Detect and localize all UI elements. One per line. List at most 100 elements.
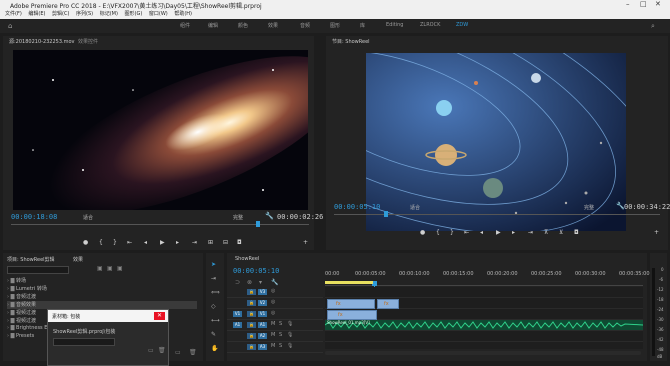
- workspace-audio[interactable]: 音频: [300, 22, 310, 29]
- workspace-effects[interactable]: 效果: [268, 22, 278, 29]
- program-quality-select[interactable]: 完整: [584, 204, 594, 211]
- slip-tool-icon[interactable]: ⟷: [211, 317, 220, 324]
- audio-clip[interactable]: ShowReel_01.mp3[V]: [325, 320, 643, 330]
- work-area-bar[interactable]: [325, 281, 373, 284]
- camera-icon[interactable]: ◘: [237, 239, 242, 246]
- workspace-color[interactable]: 颜色: [238, 22, 248, 29]
- workspace-graphics[interactable]: 图形: [330, 22, 340, 29]
- effects-tab[interactable]: 效果: [73, 256, 83, 263]
- program-scrubber[interactable]: [334, 214, 660, 215]
- maximize-icon[interactable]: □: [640, 0, 647, 8]
- list-item[interactable]: › ▇ 音频过渡: [7, 293, 197, 301]
- track-header-v1[interactable]: V1 🔒 V1 ◎: [227, 309, 323, 320]
- mark-out-icon[interactable]: }: [113, 239, 117, 246]
- source-tab[interactable]: 源:20180210-232253.mov: [9, 38, 75, 45]
- program-playhead[interactable]: [384, 211, 388, 217]
- video-clip[interactable]: fx: [327, 310, 377, 320]
- step-forward-icon[interactable]: ▸: [176, 239, 179, 246]
- hand-tool-icon[interactable]: ✋: [211, 345, 218, 352]
- bin-search-input[interactable]: [53, 338, 115, 346]
- timeline-tab[interactable]: ShowReel: [235, 256, 259, 262]
- list-item[interactable]: › ▇ 转场: [7, 277, 197, 285]
- source-timecode[interactable]: 00:00:18:08: [11, 213, 57, 221]
- track-select-tool-icon[interactable]: ⇥: [211, 275, 216, 282]
- workspace-editing-en[interactable]: Editing: [386, 22, 403, 28]
- mark-in-icon[interactable]: {: [99, 239, 103, 246]
- program-go-to-in-icon[interactable]: ⇤: [464, 229, 469, 236]
- accelerated-icon[interactable]: ▣: [97, 265, 103, 272]
- menu-edit[interactable]: 编辑(E): [28, 10, 45, 19]
- wrench-icon[interactable]: 🔧: [265, 212, 274, 220]
- program-fit-select[interactable]: 适合: [410, 204, 420, 211]
- list-item[interactable]: › ▇ Lumetri 转场: [7, 285, 197, 293]
- menu-marker[interactable]: 标记(M): [100, 10, 118, 19]
- source-quality-select[interactable]: 完整: [233, 214, 243, 221]
- menu-graphics[interactable]: 图形(G): [125, 10, 143, 19]
- pen-tool-icon[interactable]: ✎: [211, 331, 216, 338]
- track-header-v3[interactable]: 🔒 V3 ◎: [227, 287, 323, 298]
- go-to-in-icon[interactable]: ⇤: [127, 239, 132, 246]
- workspace-libraries[interactable]: 库: [360, 22, 365, 29]
- source-fit-select[interactable]: 适合: [83, 214, 93, 221]
- timeline-settings-icon[interactable]: 🔧: [271, 279, 278, 286]
- program-tab[interactable]: 节目: ShowReel: [332, 38, 370, 45]
- track-header-a2[interactable]: 🔒 A2 M S 🎙: [227, 331, 323, 342]
- effects-search-input[interactable]: [7, 266, 69, 274]
- bin-trash-icon[interactable]: 🗑: [158, 347, 166, 354]
- timeline-scrollbar[interactable]: [325, 351, 641, 355]
- workspace-assembly[interactable]: 组件: [180, 22, 190, 29]
- home-icon[interactable]: ⌂: [8, 22, 12, 30]
- snap-icon[interactable]: ⊃: [235, 279, 240, 286]
- menu-clip[interactable]: 剪辑(C): [52, 10, 69, 19]
- program-timecode[interactable]: 00:00:05:10: [334, 203, 380, 211]
- source-scrubber[interactable]: [11, 224, 309, 225]
- project-tab[interactable]: 项目: ShowReel剪辑: [7, 256, 55, 263]
- menu-sequence[interactable]: 序列(S): [76, 10, 93, 19]
- track-area[interactable]: fx fx fx ShowReel_01.mp3[V]: [325, 287, 643, 349]
- workspace-zdw[interactable]: ZDW: [456, 22, 468, 28]
- program-step-back-icon[interactable]: ◂: [480, 229, 483, 236]
- program-step-forward-icon[interactable]: ▸: [512, 229, 515, 236]
- program-marker-icon[interactable]: ●: [420, 229, 425, 236]
- menu-file[interactable]: 文件(F): [5, 10, 22, 19]
- track-header-a3[interactable]: 🔒 A3 M S 🎙: [227, 342, 323, 353]
- trash-icon[interactable]: 🗑: [189, 349, 197, 356]
- bin-folder-icon[interactable]: ▭: [148, 347, 154, 354]
- insert-icon[interactable]: ⊞: [208, 239, 213, 246]
- yuv-icon[interactable]: ▣: [117, 265, 123, 272]
- menu-window[interactable]: 窗口(W): [149, 10, 168, 19]
- program-play-icon[interactable]: ▶: [496, 229, 501, 236]
- video-clip[interactable]: fx: [377, 299, 399, 309]
- new-bin-icon[interactable]: ▭: [175, 349, 181, 356]
- bin-dialog-close-button[interactable]: ✕: [154, 312, 165, 320]
- extract-icon[interactable]: ⊻: [559, 229, 563, 236]
- track-header-v2[interactable]: 🔒 V2 ◎: [227, 298, 323, 309]
- 32bit-icon[interactable]: ▣: [107, 265, 113, 272]
- overwrite-icon[interactable]: ⊟: [223, 239, 228, 246]
- program-camera-icon[interactable]: ◘: [574, 229, 579, 236]
- list-item[interactable]: › ▇ 音频效果: [7, 301, 197, 309]
- add-marker-icon[interactable]: ▾: [259, 279, 262, 286]
- timeline-timecode[interactable]: 00:00:05:10: [233, 267, 279, 275]
- close-icon[interactable]: ✕: [655, 0, 661, 8]
- source-playhead[interactable]: [256, 221, 260, 227]
- search-icon[interactable]: ⌕: [651, 22, 655, 31]
- workspace-zlrock[interactable]: ZLROCK: [420, 22, 440, 28]
- effect-controls-tab[interactable]: 效果控件: [78, 38, 98, 45]
- program-add-button-icon[interactable]: +: [654, 229, 659, 236]
- video-clip[interactable]: fx: [327, 299, 375, 309]
- marker-icon[interactable]: ●: [83, 239, 88, 246]
- add-button-icon[interactable]: +: [303, 239, 308, 246]
- selection-tool-icon[interactable]: ➤: [211, 261, 216, 268]
- program-go-to-out-icon[interactable]: ⇥: [528, 229, 533, 236]
- linked-selection-icon[interactable]: ⊗: [247, 279, 252, 286]
- razor-tool-icon[interactable]: ◇: [211, 303, 216, 310]
- program-mark-in-icon[interactable]: {: [436, 229, 440, 236]
- menu-help[interactable]: 帮助(H): [174, 10, 192, 19]
- track-header-a1[interactable]: A1 🔒 A1 M S 🎙: [227, 320, 323, 331]
- minimize-icon[interactable]: –: [626, 0, 630, 8]
- play-icon[interactable]: ▶: [160, 239, 165, 246]
- ripple-edit-tool-icon[interactable]: ⟺: [211, 289, 220, 296]
- lift-icon[interactable]: ⊼: [544, 229, 548, 236]
- go-to-out-icon[interactable]: ⇥: [192, 239, 197, 246]
